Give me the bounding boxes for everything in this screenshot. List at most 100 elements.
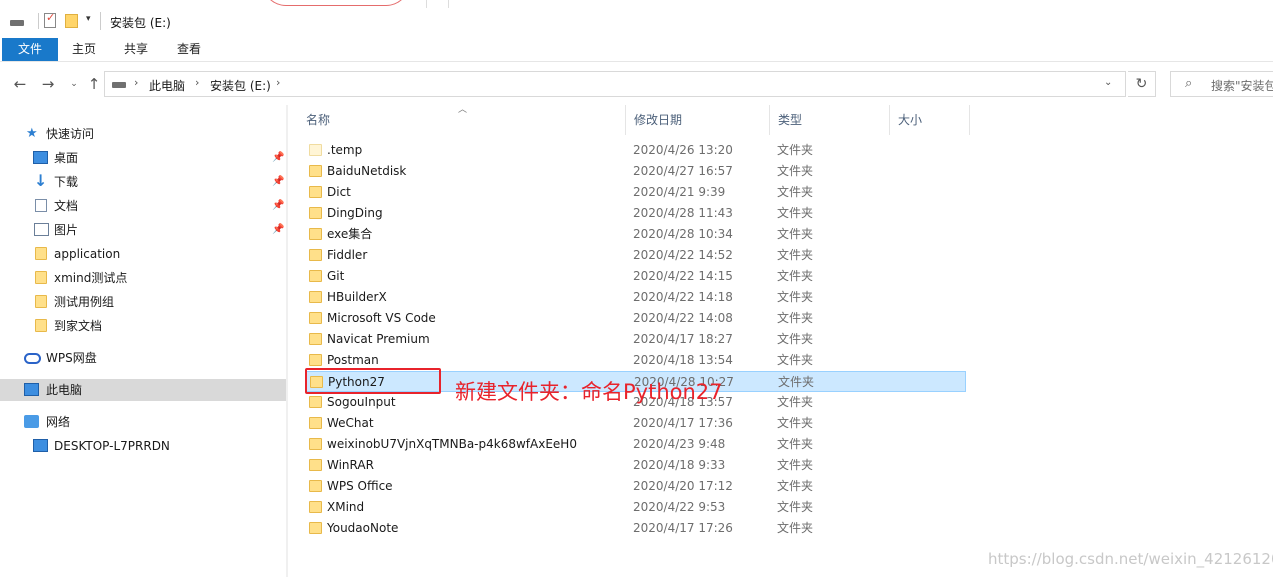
folder-icon: [309, 480, 322, 492]
folder-icon: [35, 247, 47, 260]
tab-home[interactable]: 主页: [62, 38, 106, 61]
file-row[interactable]: Microsoft VS Code 2020/4/22 14:08 文件夹: [306, 308, 966, 329]
file-type: 文件夹: [777, 521, 814, 535]
chevron-down-icon[interactable]: ⌄: [1104, 77, 1112, 88]
folder-icon: [35, 295, 47, 308]
sidebar-item-documents[interactable]: 文档 📌: [0, 195, 286, 217]
chevron-right-icon[interactable]: ›: [195, 76, 199, 89]
up-icon[interactable]: ↑: [84, 73, 104, 95]
sidebar-item-desktop-host[interactable]: DESKTOP-L7PRRDN: [0, 435, 286, 457]
file-row[interactable]: BaiduNetdisk 2020/4/27 16:57 文件夹: [306, 161, 966, 182]
sidebar-item-desktop[interactable]: 桌面 📌: [0, 147, 286, 169]
file-type: 文件夹: [777, 395, 814, 409]
file-row[interactable]: WinRAR 2020/4/18 9:33 文件夹: [306, 455, 966, 476]
customize-toolbar-icon[interactable]: ▾: [86, 14, 91, 24]
file-name: Navicat Premium: [327, 332, 430, 346]
file-row[interactable]: weixinobU7VjnXqTMNBa-p4k68wfAxEeH0 2020/4…: [306, 434, 966, 455]
tab-view[interactable]: 查看: [166, 38, 212, 61]
desktop-icon: [33, 151, 48, 164]
sidebar-item-network[interactable]: 网络: [0, 411, 286, 433]
column-header-name[interactable]: ︿ 名称: [298, 105, 626, 135]
file-row[interactable]: Git 2020/4/22 14:15 文件夹: [306, 266, 966, 287]
sidebar-item-quick-access[interactable]: ★ 快速访问: [0, 123, 286, 145]
file-modified-date: 2020/4/22 14:08: [633, 311, 733, 325]
file-type: 文件夹: [777, 332, 814, 346]
sidebar-item-xmind[interactable]: xmind测试点: [0, 267, 286, 289]
pin-icon: 📌: [272, 152, 285, 163]
file-name: XMind: [327, 500, 365, 514]
sidebar-scrollbar[interactable]: [286, 105, 288, 577]
folder-icon: [309, 144, 322, 156]
file-name: DingDing: [327, 206, 383, 220]
sidebar-item-application[interactable]: application: [0, 243, 286, 265]
file-name: WeChat: [327, 416, 374, 430]
file-row[interactable]: XMind 2020/4/22 9:53 文件夹: [306, 497, 966, 518]
file-modified-date: 2020/4/21 9:39: [633, 185, 726, 199]
breadcrumb-drive[interactable]: 安装包 (E:): [210, 77, 271, 94]
new-folder-icon[interactable]: [65, 14, 78, 28]
checklist-icon[interactable]: ✓: [44, 11, 56, 28]
pictures-icon: [34, 223, 49, 236]
forward-icon[interactable]: →: [38, 73, 58, 95]
column-header-size[interactable]: 大小: [890, 105, 970, 135]
file-name: Dict: [327, 185, 351, 199]
file-type: 文件夹: [778, 375, 815, 389]
file-row[interactable]: Fiddler 2020/4/22 14:52 文件夹: [306, 245, 966, 266]
file-row[interactable]: Dict 2020/4/21 9:39 文件夹: [306, 182, 966, 203]
file-modified-date: 2020/4/18 9:33: [633, 458, 726, 472]
sidebar-item-wps-cloud[interactable]: WPS网盘: [0, 347, 286, 369]
file-row[interactable]: YoudaoNote 2020/4/17 17:26 文件夹: [306, 518, 966, 539]
file-row[interactable]: WPS Office 2020/4/20 17:12 文件夹: [306, 476, 966, 497]
ribbon-tabs: 文件 主页 共享 查看: [0, 38, 1273, 62]
file-modified-date: 2020/4/17 17:26: [633, 521, 733, 535]
file-row[interactable]: DingDing 2020/4/28 11:43 文件夹: [306, 203, 966, 224]
chevron-right-icon[interactable]: ›: [276, 76, 280, 89]
sidebar-item-label: application: [54, 247, 121, 261]
sidebar-item-testcases[interactable]: 测试用例组: [0, 291, 286, 313]
pin-icon: 📌: [272, 200, 285, 211]
tab-file[interactable]: 文件: [2, 38, 58, 61]
column-label: 类型: [778, 113, 803, 127]
back-icon[interactable]: ←: [10, 73, 30, 95]
divider: [448, 0, 449, 8]
file-modified-date: 2020/4/22 14:52: [633, 248, 733, 262]
sidebar-item-label: 图片: [54, 223, 79, 237]
search-input[interactable]: ⌕ 搜索"安装包: [1170, 71, 1273, 97]
file-type: 文件夹: [777, 269, 814, 283]
pin-icon: 📌: [272, 176, 285, 187]
chevron-right-icon[interactable]: ›: [134, 76, 138, 89]
file-type: 文件夹: [777, 353, 814, 367]
file-modified-date: 2020/4/17 17:36: [633, 416, 733, 430]
file-modified-date: 2020/4/17 18:27: [633, 332, 733, 346]
sidebar-item-label: 文档: [54, 199, 79, 213]
folder-icon: [309, 354, 322, 366]
tab-share[interactable]: 共享: [114, 38, 158, 61]
sidebar-item-label: 测试用例组: [54, 295, 115, 309]
folder-icon: [35, 271, 47, 284]
sidebar-item-downloads[interactable]: ↓ 下载 📌: [0, 171, 286, 193]
annotation-text: 新建文件夹：命名Python27: [455, 380, 723, 404]
file-row[interactable]: exe集合 2020/4/28 10:34 文件夹: [306, 224, 966, 245]
column-header-date[interactable]: 修改日期: [626, 105, 770, 135]
recent-locations-icon[interactable]: ⌄: [64, 73, 84, 95]
column-header-type[interactable]: 类型: [770, 105, 890, 135]
file-row[interactable]: Navicat Premium 2020/4/17 18:27 文件夹: [306, 329, 966, 350]
properties-icon[interactable]: [38, 13, 39, 29]
file-row[interactable]: .temp 2020/4/26 13:20 文件夹: [306, 140, 966, 161]
address-bar[interactable]: › 此电脑 › 安装包 (E:) ›: [104, 71, 1126, 97]
file-type: 文件夹: [777, 206, 814, 220]
file-type: 文件夹: [777, 479, 814, 493]
breadcrumb-this-pc[interactable]: 此电脑: [149, 77, 185, 94]
folder-icon: [309, 228, 322, 240]
sidebar-item-this-pc[interactable]: 此电脑: [0, 379, 286, 401]
refresh-icon[interactable]: ↻: [1128, 71, 1156, 97]
folder-icon: [309, 417, 322, 429]
file-row[interactable]: HBuilderX 2020/4/22 14:18 文件夹: [306, 287, 966, 308]
file-type: 文件夹: [777, 437, 814, 451]
sidebar-item-label: 网络: [46, 415, 71, 429]
sidebar-item-daojia[interactable]: 到家文档: [0, 315, 286, 337]
folder-icon: [309, 501, 322, 513]
file-name: YoudaoNote: [327, 521, 399, 535]
sidebar-item-pictures[interactable]: 图片 📌: [0, 219, 286, 241]
file-row[interactable]: WeChat 2020/4/17 17:36 文件夹: [306, 413, 966, 434]
